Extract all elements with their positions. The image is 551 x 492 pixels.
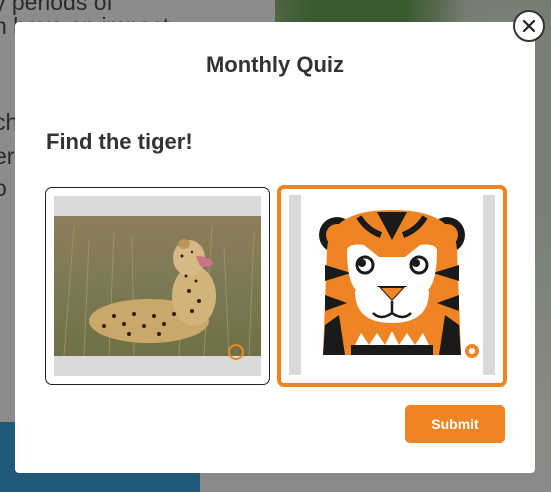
option-image-frame bbox=[289, 195, 495, 375]
radio-dot bbox=[469, 348, 475, 354]
answer-option-tiger[interactable] bbox=[277, 185, 507, 387]
option-image-frame bbox=[54, 196, 261, 376]
answer-option-cheetah[interactable] bbox=[45, 187, 270, 385]
background-text-line: o bbox=[0, 175, 7, 201]
close-icon bbox=[522, 19, 536, 33]
quiz-title: Monthly Quiz bbox=[205, 52, 345, 77]
quiz-modal: Monthly Quiz Find the tiger! Submit bbox=[15, 22, 535, 473]
submit-button[interactable]: Submit bbox=[405, 405, 505, 443]
option-radio-selected[interactable] bbox=[463, 342, 481, 360]
background-footer-strip bbox=[200, 472, 551, 492]
quiz-question: Find the tiger! bbox=[46, 129, 193, 154]
option-radio-unselected[interactable] bbox=[228, 344, 244, 360]
background-text-line: er bbox=[0, 143, 15, 169]
close-button[interactable] bbox=[513, 10, 545, 42]
